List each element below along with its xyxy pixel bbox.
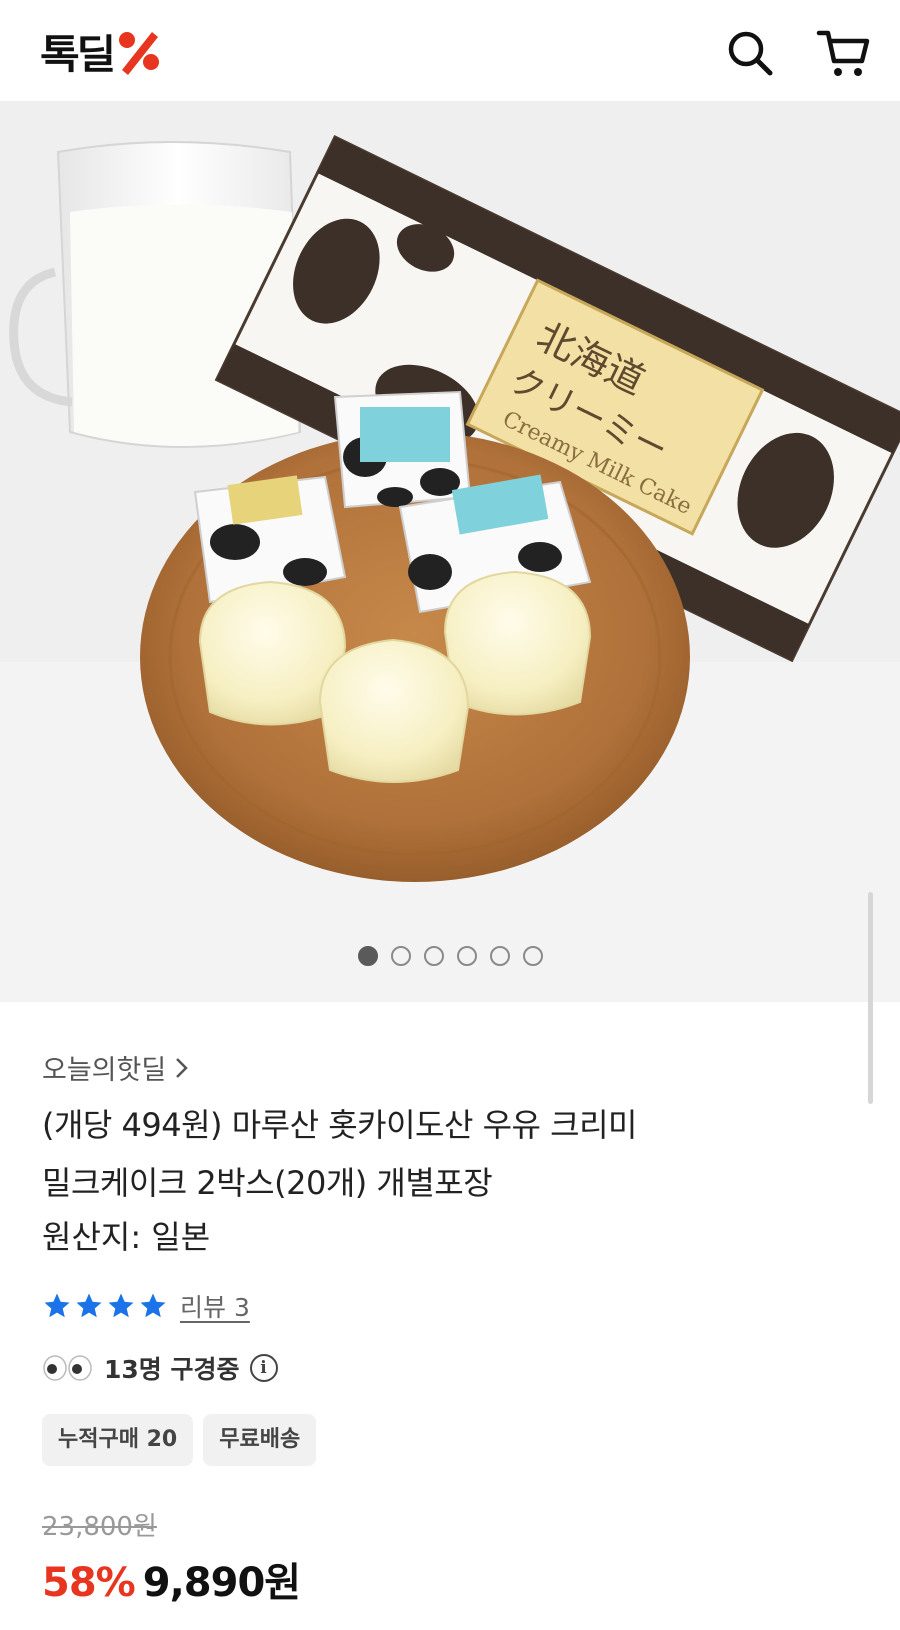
category-label: 오늘의핫딜: [42, 1055, 167, 1086]
sale-price: 9,890원: [142, 1560, 301, 1606]
product-photo: 北海道 クリーミー Creamy Milk Cake: [0, 102, 900, 1002]
product-title-line2: 밀크케이크 2박스(20개) 개별포장: [42, 1164, 493, 1202]
carousel-dot[interactable]: [489, 946, 510, 966]
star-rating: [42, 1291, 168, 1321]
search-button[interactable]: [722, 25, 778, 81]
search-icon: [728, 31, 773, 76]
wrapped-cake: [333, 390, 472, 509]
product-image-carousel[interactable]: 北海道 クリーミー Creamy Milk Cake: [0, 102, 900, 1002]
badge-list: 누적구매 20 무료배송: [42, 1414, 317, 1466]
carousel-dot[interactable]: [423, 946, 444, 966]
product-title: (개당 494원) 마루산 홋카이도산 우유 크리미 밀크케이크 2박스(20개…: [42, 1096, 862, 1212]
page-scrollbar[interactable]: [868, 892, 873, 1104]
viewing-count: 13명 구경중 i: [42, 1350, 278, 1386]
star-icon: [108, 1293, 134, 1318]
milk-cake: [318, 638, 470, 783]
percent-logo-icon: [114, 26, 164, 76]
category-link[interactable]: 오늘의핫딜: [42, 1048, 190, 1087]
carousel-dot[interactable]: [357, 946, 378, 966]
carousel-dot[interactable]: [522, 946, 543, 966]
info-icon[interactable]: i: [249, 1354, 278, 1382]
badge-free-shipping: 무료배송: [203, 1414, 317, 1466]
eyes-icon: [42, 1354, 94, 1382]
carousel-pagination: [0, 946, 900, 966]
product-title-line1: (개당 494원) 마루산 홋카이도산 우유 크리미: [42, 1106, 637, 1144]
logo[interactable]: 톡딜: [40, 24, 164, 78]
discount-rate: 58%: [42, 1560, 136, 1606]
star-icon: [140, 1293, 166, 1318]
carousel-dot[interactable]: [456, 946, 477, 966]
star-icon: [76, 1293, 102, 1318]
cart-button[interactable]: [816, 25, 872, 81]
rating-row: 리뷰 3: [42, 1288, 250, 1324]
review-link[interactable]: 리뷰 3: [180, 1288, 250, 1324]
origin-label: 원산지: 일본: [42, 1218, 211, 1256]
original-price: 23,800원: [42, 1512, 157, 1542]
top-header: 톡딜: [0, 0, 900, 102]
carousel-dot[interactable]: [390, 946, 411, 966]
logo-text: 톡딜: [40, 32, 116, 78]
price-row: 58% 9,890원: [42, 1550, 301, 1608]
viewing-label: 13명 구경중: [104, 1355, 240, 1384]
cart-icon: [816, 30, 870, 76]
chevron-right-icon: [176, 1057, 188, 1078]
star-icon: [44, 1293, 70, 1318]
badge-cumulative-purchase: 누적구매 20: [42, 1414, 194, 1466]
